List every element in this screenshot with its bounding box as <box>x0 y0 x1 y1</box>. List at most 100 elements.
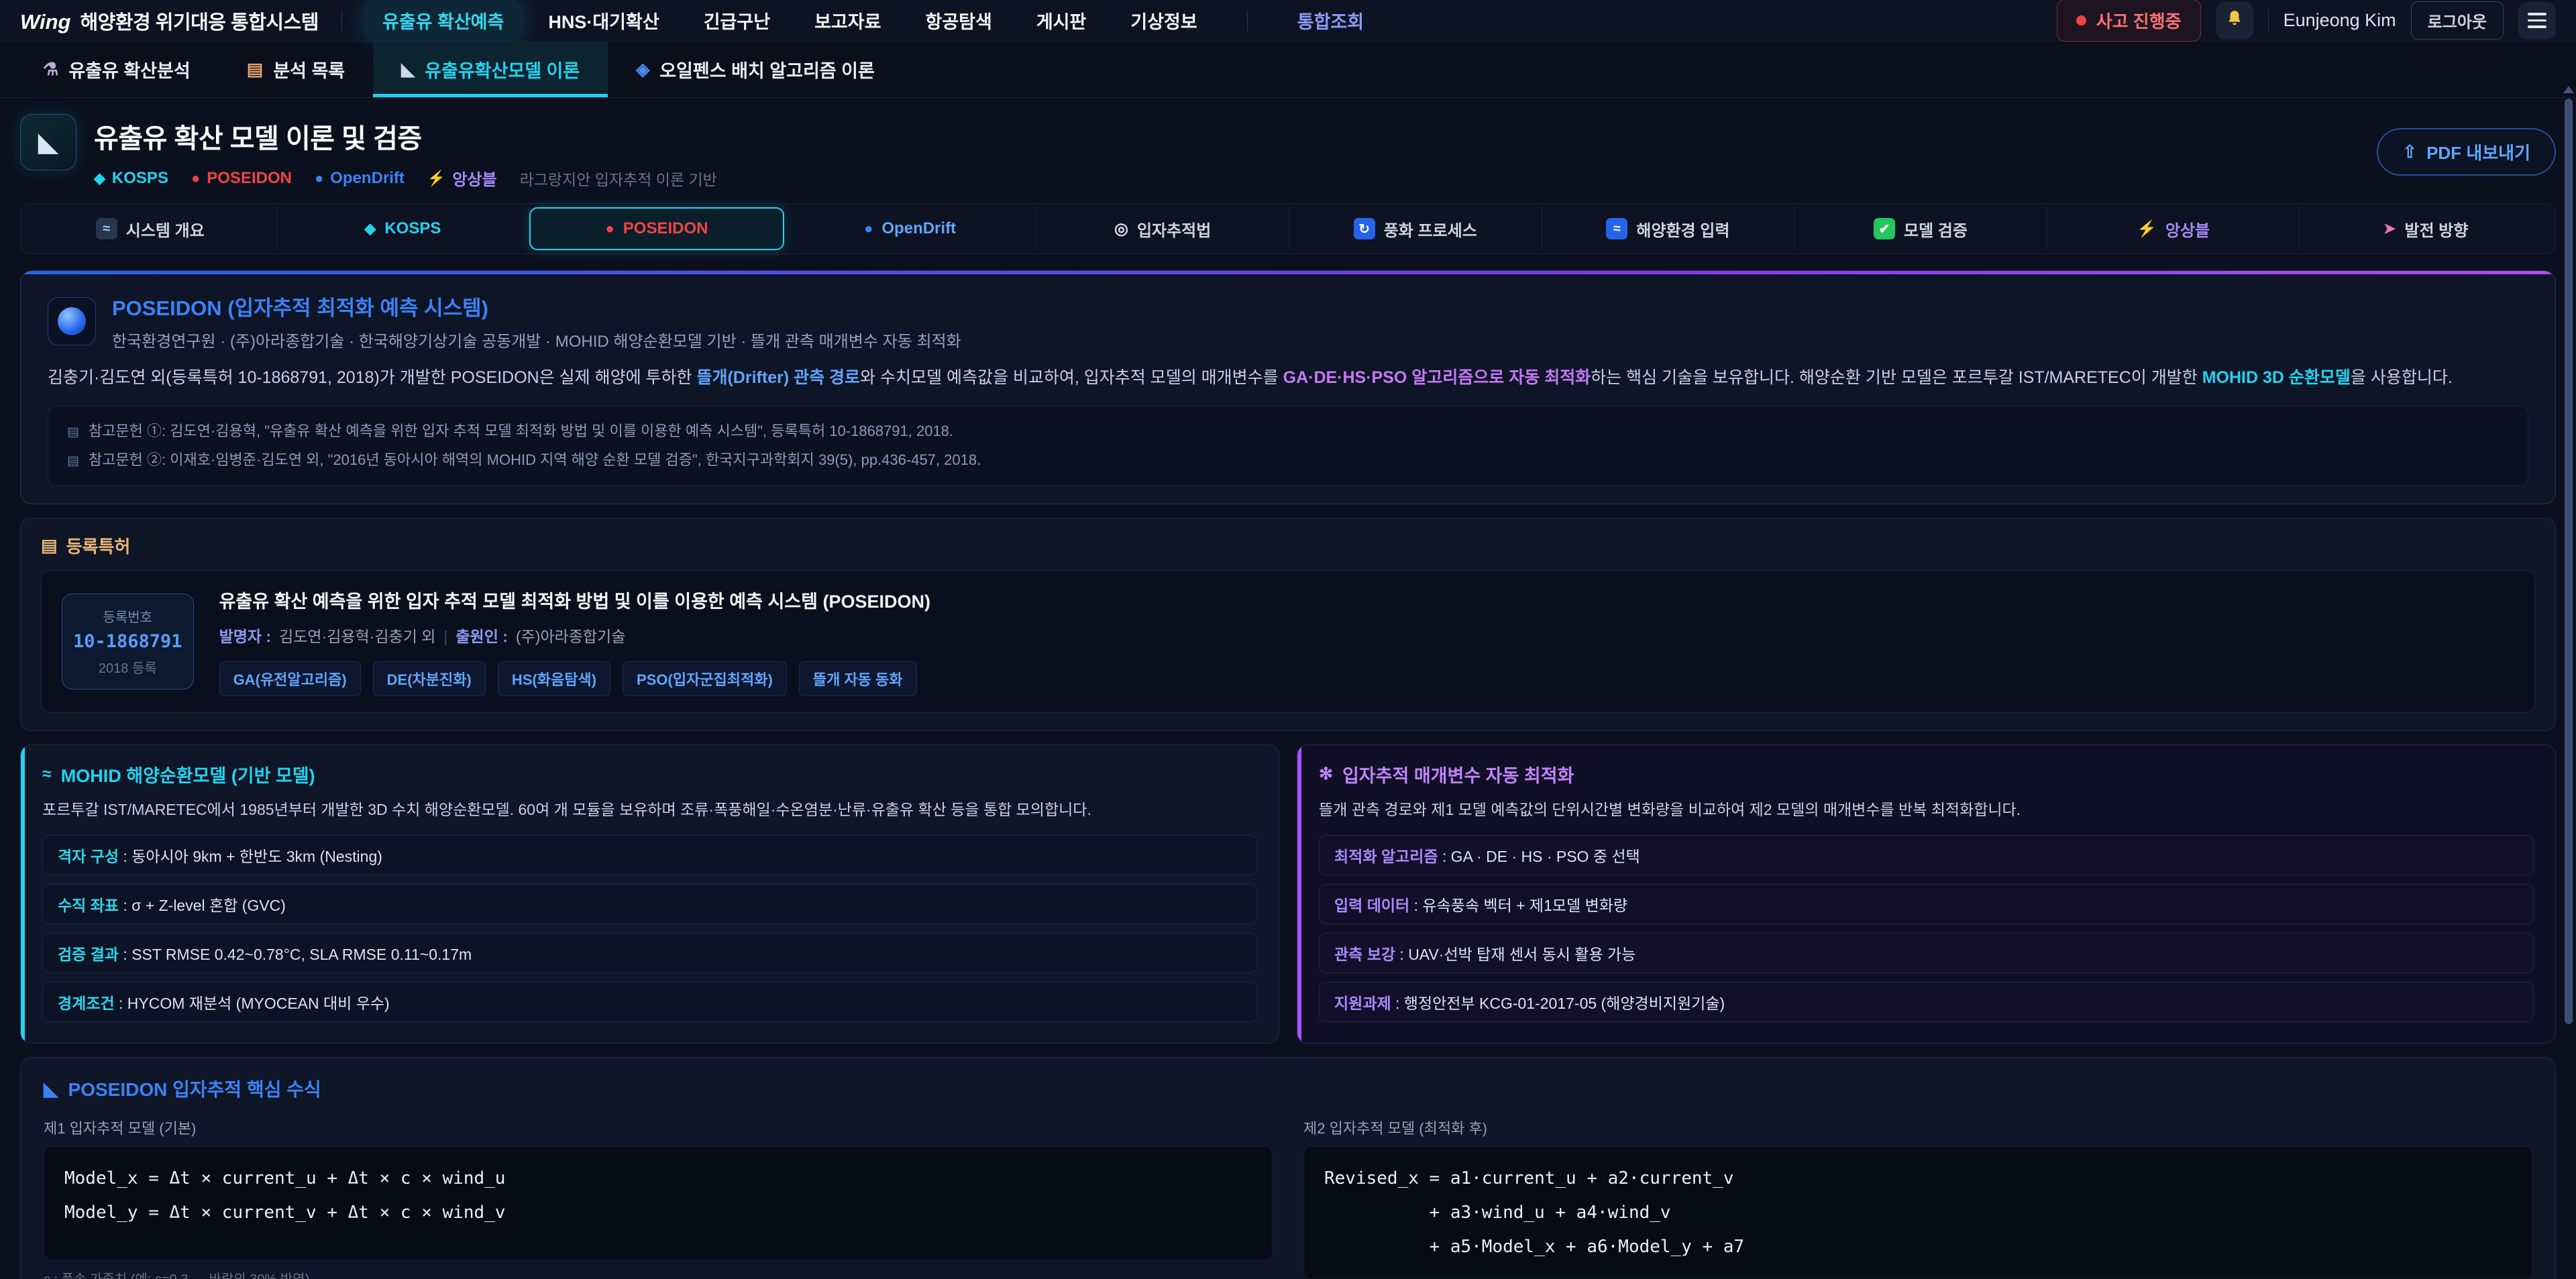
spec-value: : UAV·선박 탑재 센서 동시 활용 가능 <box>1395 946 1635 963</box>
model-badge-row: ◆ KOSPS ● POSEIDON ● OpenDrift ⚡ 앙상블 라그랑… <box>94 166 717 190</box>
formula-title: POSEIDON 입자추적 핵심 수식 <box>68 1075 321 1102</box>
incident-status-label: 사고 진행중 <box>2096 8 2182 33</box>
tab-system-overview[interactable]: ≈ 시스템 개요 <box>24 207 277 250</box>
spec-value: : 동아시아 9km + 한반도 3km (Nesting) <box>119 848 382 865</box>
tab-weathering-process[interactable]: ↻ 풍화 프로세스 <box>1289 207 1542 250</box>
tab-ensemble[interactable]: ⚡ 앙상블 <box>2047 207 2300 250</box>
top-header: Wing 해양환경 위기대응 통합시스템 유출유 확산예측 HNS·대기확산 긴… <box>0 0 2576 42</box>
analysis-icon: ⚗ <box>43 59 58 80</box>
tab-kosps[interactable]: ◆ KOSPS <box>277 207 530 250</box>
badge-label: 앙상블 <box>452 166 496 190</box>
nav-item-aerial-search[interactable]: 항공탐색 <box>908 0 1009 41</box>
scroll-icon: ▤ <box>41 535 58 556</box>
hero-paragraph-segment: 하는 핵심 기술을 보유합니다. 해양순환 기반 모델은 포르투갈 IST/MA… <box>1591 368 2202 387</box>
formula-grid: 제1 입자추적 모델 (기본) Model_x = Δt × current_u… <box>44 1117 2532 1279</box>
tab-particle-tracking[interactable]: ◎ 입자추적법 <box>1036 207 1289 250</box>
nav-item-integrated-search[interactable]: 통합조회 <box>1280 0 1381 41</box>
clipboard-icon: ▤ <box>247 59 264 80</box>
logo-mark: Wing <box>20 10 70 34</box>
spec-value: : 유속풍속 벡터 + 제1모델 변화량 <box>1409 897 1627 914</box>
page-title-row: ◣ 유출유 확산 모델 이론 및 검증 ◆ KOSPS ● POSEIDON ●… <box>0 98 2576 192</box>
nav-item-hns-diffusion[interactable]: HNS·대기확산 <box>531 0 676 41</box>
subtab-spill-analysis[interactable]: ⚗ 유출유 확산분석 <box>15 42 219 97</box>
tab-label: 입자추적법 <box>1137 217 1211 241</box>
tab-model-validation[interactable]: ✔ 모델 검증 <box>1794 207 2047 250</box>
tab-label: POSEIDON <box>623 219 708 238</box>
bell-icon <box>2224 9 2245 32</box>
reference-box: ▤ 참고문헌 ①: 김도연·김용혁, "유출유 확산 예측을 위한 입자 추적 … <box>48 406 2528 486</box>
tag-ga: GA(유전알고리즘) <box>219 661 361 696</box>
nav-item-reports[interactable]: 보고자료 <box>797 0 898 41</box>
app-title: 해양환경 위기대응 통합시스템 <box>80 7 318 35</box>
spec-row-input-data: 입력 데이터 : 유속풍속 벡터 + 제1모델 변화량 <box>1319 884 2534 924</box>
diamond-icon: ◆ <box>364 220 376 237</box>
scrollbar-up-arrow-icon[interactable] <box>2563 86 2574 93</box>
subtab-analysis-list[interactable]: ▤ 분석 목록 <box>219 42 373 97</box>
spec-value: : SST RMSE 0.42~0.78°C, SLA RMSE 0.11~0.… <box>119 946 472 963</box>
poseidon-logo-icon <box>48 297 96 345</box>
mohid-card-title: MOHID 해양순환모델 (기반 모델) <box>61 761 315 787</box>
subtab-model-theory[interactable]: ◣ 유출유확산모델 이론 <box>373 42 608 97</box>
subtab-label: 유출유확산모델 이론 <box>425 56 580 82</box>
menu-button[interactable] <box>2518 2 2556 40</box>
pdf-export-button[interactable]: ⇧ PDF 내보내기 <box>2377 128 2556 176</box>
tab-label: 앙상블 <box>2165 217 2210 241</box>
formula-card: ◣ POSEIDON 입자추적 핵심 수식 제1 입자추적 모델 (기본) Mo… <box>20 1057 2556 1279</box>
header-right: 사고 진행중 Eunjeong Kim 로그아웃 <box>2057 0 2556 42</box>
subtab-oil-fence-theory[interactable]: ◈ 오일펜스 배치 알고리즘 이론 <box>608 42 903 97</box>
shield-icon: ◈ <box>636 59 649 80</box>
meta-separator: | <box>443 628 447 646</box>
patent-card: 등록번호 10-1868791 2018 등록 유출유 확산 예측을 위한 입자… <box>41 570 2535 713</box>
ruler-icon: ◣ <box>401 59 415 80</box>
tab-label: 발전 방향 <box>2404 217 2468 241</box>
spec-label: 최적화 알고리즘 <box>1334 848 1438 865</box>
nav-item-emergency-rescue[interactable]: 긴급구난 <box>686 0 788 41</box>
spec-row-grid: 격자 구성 : 동아시아 9km + 한반도 3km (Nesting) <box>42 835 1257 875</box>
reference-text: 참고문헌 ①: 김도연·김용혁, "유출유 확산 예측을 위한 입자 추적 모델… <box>89 417 953 446</box>
spec-value: : σ + Z-level 혼합 (GVC) <box>119 897 286 914</box>
nav-item-oil-spill-forecast[interactable]: 유출유 확산예측 <box>365 0 521 41</box>
hero-paragraph: 김충기·김도연 외(등록특허 10-1868791, 2018)가 개발한 PO… <box>48 365 2528 391</box>
tab-opendrift[interactable]: ● OpenDrift <box>784 207 1037 250</box>
code-line: + a3·wind_u + a4·wind_v <box>1324 1196 2512 1230</box>
wave-doc-icon: ≈ <box>96 218 117 239</box>
header-right-divider <box>2268 9 2269 32</box>
hero-header-texts: POSEIDON (입자추적 최적화 예측 시스템) 한국환경연구원 · (주)… <box>112 291 961 351</box>
wave-icon: ≈ <box>1606 218 1627 239</box>
hero-highlight-mohid: MOHID 3D 순환모델 <box>2202 368 2351 387</box>
dot-icon: ● <box>864 220 873 237</box>
ruler-icon: ◣ <box>44 1078 58 1100</box>
scrollbar-thumb[interactable] <box>2565 99 2573 1024</box>
nav-item-board[interactable]: 게시판 <box>1019 0 1104 41</box>
rocket-icon: ➤ <box>2383 220 2396 237</box>
badge-opendrift: ● OpenDrift <box>315 169 405 188</box>
compass-icon: ◎ <box>1114 219 1128 239</box>
tag-de: DE(차분진화) <box>373 661 486 696</box>
logout-button[interactable]: 로그아웃 <box>2411 1 2504 40</box>
dot-icon: ● <box>315 170 323 187</box>
spec-value: : HYCOM 재분석 (MYOCEAN 대비 우수) <box>115 995 390 1012</box>
code-line: Model_y = Δt × current_v + Δt × c × wind… <box>64 1196 1252 1230</box>
subtab-label: 분석 목록 <box>273 56 345 82</box>
patent-meta: 발명자 : 김도연·김용혁·김충기 외 | 출원인 : (주)아라종합기술 <box>219 624 930 647</box>
spec-label: 격자 구성 <box>58 848 119 865</box>
tab-roadmap[interactable]: ➤ 발전 방향 <box>2300 207 2552 250</box>
spec-label: 수직 좌표 <box>58 897 119 914</box>
spec-row-vertical-coord: 수직 좌표 : σ + Z-level 혼합 (GVC) <box>42 884 1257 924</box>
header-divider <box>341 11 342 31</box>
badge-ensemble: ⚡ 앙상블 <box>427 166 497 190</box>
page-scrollbar[interactable] <box>2563 86 2574 1276</box>
nav-item-weather-info[interactable]: 기상정보 <box>1113 0 1214 41</box>
notifications-button[interactable] <box>2216 2 2253 40</box>
spec-row-observation: 관측 보강 : UAV·선박 탑재 센서 동시 활용 가능 <box>1319 933 2534 973</box>
tag-pso: PSO(입자군집최적화) <box>623 661 787 696</box>
bolt-icon: ⚡ <box>427 170 445 187</box>
spec-label: 지원과제 <box>1334 995 1391 1012</box>
tab-ocean-input[interactable]: ≈ 해양환경 입력 <box>1542 207 1795 250</box>
hero-highlight-optimization: GA·DE·HS·PSO 알고리즘으로 자동 최적화 <box>1283 368 1591 387</box>
formula-model1-column: 제1 입자추적 모델 (기본) Model_x = Δt × current_u… <box>44 1117 1273 1279</box>
hero-paragraph-segment: 김충기·김도연 외(등록특허 10-1868791, 2018)가 개발한 PO… <box>48 368 696 387</box>
spec-label: 검증 결과 <box>58 946 119 963</box>
section-tab-strip: ≈ 시스템 개요 ◆ KOSPS ● POSEIDON ● OpenDrift … <box>20 203 2556 254</box>
tab-poseidon[interactable]: ● POSEIDON <box>529 207 784 250</box>
